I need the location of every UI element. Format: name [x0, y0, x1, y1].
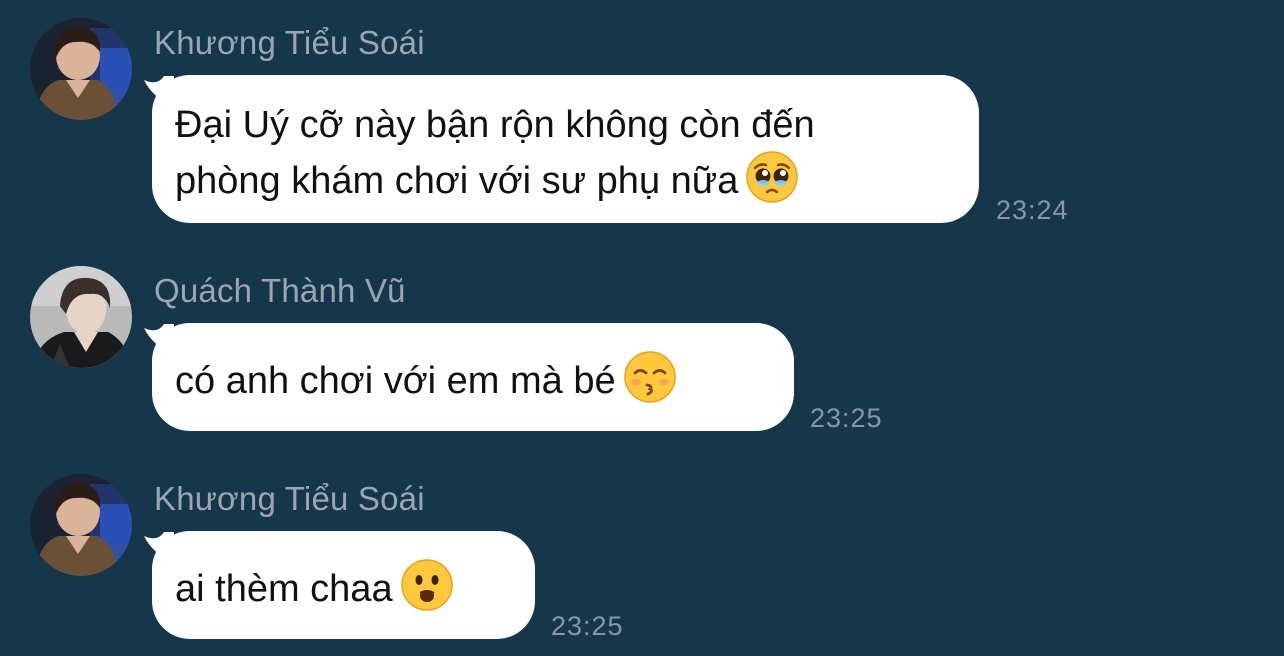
- message-row: Quách Thành Vũ có anh chơi với em mà bé …: [0, 266, 1284, 436]
- frowning-face-open-mouth-icon: [400, 559, 453, 611]
- message-time: 23:24: [996, 195, 1069, 225]
- avatar-photo-icon: [30, 18, 132, 120]
- message-row: Khương Tiểu Soái ai thèm chaa 23:25: [0, 474, 1284, 644]
- avatar[interactable]: [30, 266, 132, 368]
- sender-name: Quách Thành Vũ: [154, 272, 406, 309]
- message-line: phòng khám chơi với sư phụ nữa: [175, 160, 739, 202]
- kissing-face-smiling-eyes-icon: [623, 351, 676, 403]
- avatar-photo-icon: [30, 266, 132, 368]
- sender-name: Khương Tiểu Soái: [154, 480, 425, 517]
- message-line-with-emoji: ai thèm chaa: [175, 559, 513, 615]
- message-line-with-emoji: phòng khám chơi với sư phụ nữa: [175, 151, 957, 207]
- pleading-face-icon: [746, 151, 799, 203]
- sender-name: Khương Tiểu Soái: [154, 24, 425, 61]
- message-line: có anh chơi với em mà bé: [175, 360, 616, 402]
- message-row: Khương Tiểu Soái Đại Uý cỡ này bận rộn k…: [0, 18, 1284, 228]
- message-line-with-emoji: có anh chơi với em mà bé: [175, 351, 772, 407]
- avatar[interactable]: [30, 18, 132, 120]
- message-bubble[interactable]: ai thèm chaa: [152, 531, 535, 639]
- message-time: 23:25: [810, 403, 883, 433]
- avatar[interactable]: [30, 474, 132, 576]
- message-time: 23:25: [551, 611, 624, 641]
- message-line: Đại Uý cỡ này bận rộn không còn đến: [175, 104, 815, 146]
- message-line: ai thèm chaa: [175, 568, 393, 610]
- avatar-photo-icon: [30, 474, 132, 576]
- message-bubble[interactable]: Đại Uý cỡ này bận rộn không còn đến phòn…: [152, 75, 979, 223]
- message-bubble[interactable]: có anh chơi với em mà bé: [152, 323, 794, 431]
